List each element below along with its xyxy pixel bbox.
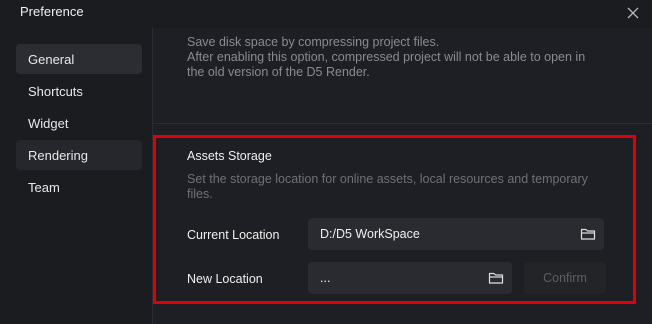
sidebar-item-rendering[interactable]: Rendering xyxy=(16,140,142,170)
current-location-label: Current Location xyxy=(187,228,280,242)
settings-content: Save disk space by compressing project f… xyxy=(153,28,652,324)
compression-warning-cont: the old version of the D5 Render. xyxy=(187,65,370,79)
sidebar-item-general[interactable]: General xyxy=(16,44,142,74)
assets-storage-description: Set the storage location for online asse… xyxy=(187,172,588,201)
compression-description: Save disk space by compressing project f… xyxy=(187,35,440,49)
sidebar-item-label: Rendering xyxy=(28,147,88,163)
confirm-button[interactable]: Confirm xyxy=(524,262,606,294)
sidebar-item-shortcuts[interactable]: Shortcuts xyxy=(16,76,142,106)
sidebar-item-widget[interactable]: Widget xyxy=(16,108,142,138)
new-location-value: ... xyxy=(320,271,331,285)
current-location-field: D:/D5 WorkSpace xyxy=(308,218,604,250)
new-location-label: New Location xyxy=(187,272,263,286)
sidebar: General Shortcuts Widget Rendering Team xyxy=(0,28,153,324)
window-title: Preference xyxy=(20,4,84,19)
new-location-field[interactable]: ... xyxy=(308,262,512,294)
sidebar-item-label: Shortcuts xyxy=(28,83,83,99)
section-divider xyxy=(153,123,652,124)
assets-storage-title: Assets Storage xyxy=(187,149,272,163)
close-button[interactable] xyxy=(622,2,644,24)
title-bar: Preference xyxy=(0,0,652,28)
sidebar-item-team[interactable]: Team xyxy=(16,172,142,202)
sidebar-item-label: General xyxy=(28,51,75,67)
current-location-value: D:/D5 WorkSpace xyxy=(320,227,420,241)
sidebar-item-label: Team xyxy=(28,179,60,195)
compression-warning: After enabling this option, compressed p… xyxy=(187,50,586,64)
sidebar-item-label: Widget xyxy=(28,115,69,131)
folder-icon[interactable] xyxy=(580,226,596,242)
close-icon xyxy=(627,7,639,19)
folder-icon[interactable] xyxy=(488,270,504,286)
